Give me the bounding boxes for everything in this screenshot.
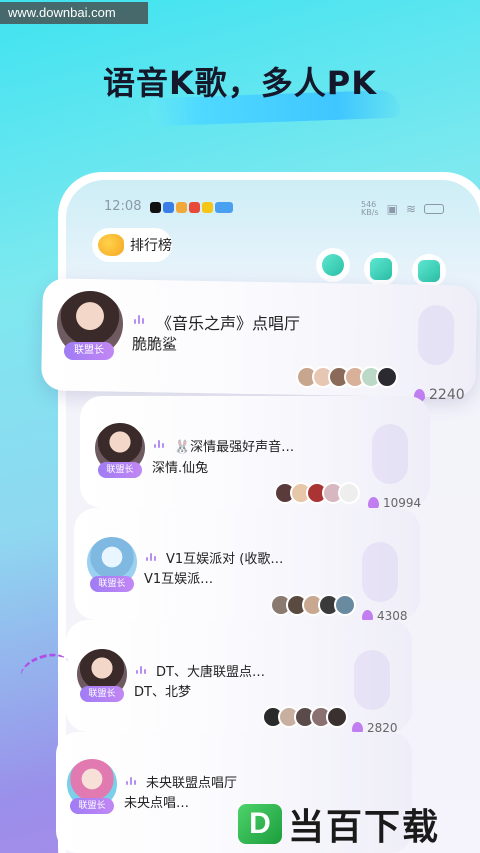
room-title: 🐰深情最强好声音… (174, 440, 295, 455)
mic-decoration (417, 304, 455, 366)
room-title: DT、大唐联盟点… (156, 665, 265, 680)
role-badge: 联盟长 (98, 462, 142, 478)
notification-icons (150, 202, 233, 213)
audio-bars-icon (136, 664, 146, 674)
brand-logo-icon: D (238, 804, 282, 844)
role-badge: 联盟长 (70, 798, 114, 814)
app-icon (189, 202, 200, 213)
app-icon (176, 202, 187, 213)
task-button[interactable] (412, 254, 446, 288)
host-name: 脆脆鲨 (132, 335, 178, 353)
host-name: DT、北梦 (134, 685, 191, 700)
audio-bars-icon (146, 551, 156, 561)
rank-label: 排行榜 (130, 238, 172, 254)
member-avatars[interactable] (270, 594, 356, 616)
wifi-icon: ≋ (405, 202, 416, 216)
member-avatars[interactable] (274, 482, 360, 504)
rank-button[interactable]: 排行榜 (92, 228, 172, 262)
host-name: V1互娱派… (144, 572, 214, 587)
net-speed: 546 KB/s (360, 200, 379, 217)
chat-button[interactable] (316, 248, 350, 282)
role-badge: 联盟长 (80, 686, 124, 702)
check-doc-icon (418, 260, 440, 282)
app-icon (202, 202, 213, 213)
tiktok-icon (150, 202, 161, 213)
app-icon (215, 202, 233, 213)
promo-headline: 语音K歌，多人PK (102, 64, 378, 102)
member-avatars[interactable] (296, 366, 398, 388)
chat-bubble-icon (322, 254, 344, 276)
home-plus-icon (370, 258, 392, 280)
room-title: 未央联盟点唱厅 (146, 776, 238, 791)
status-time: 12:08 (104, 199, 142, 214)
role-badge: 联盟长 (90, 576, 134, 592)
brand-name: 当百下载 (288, 807, 441, 848)
site-watermark: www.downbai.com (0, 2, 148, 24)
room-title: V1互娱派对 (收歌… (166, 552, 284, 567)
hand-pointer-icon (98, 234, 124, 256)
audio-bars-icon (154, 438, 164, 448)
battery-icon (424, 204, 444, 214)
audio-bars-icon (126, 775, 136, 785)
room-title: 《音乐之声》点唱厅 (156, 314, 301, 333)
member-avatars[interactable] (262, 706, 348, 728)
host-name: 未央点唱… (124, 796, 190, 811)
create-room-button[interactable] (364, 252, 398, 286)
status-right: 546 KB/s ▣ ≋ (361, 201, 444, 217)
status-bar: 12:08 546 KB/s ▣ ≋ (104, 199, 444, 219)
audio-bars-icon (134, 312, 144, 324)
app-icon (163, 202, 174, 213)
brand-watermark: D 当百下载 (238, 801, 476, 848)
host-name: 深情.仙兔 (152, 461, 209, 476)
role-badge: 联盟长 (64, 342, 114, 360)
signal-icon: ▣ (386, 202, 398, 216)
